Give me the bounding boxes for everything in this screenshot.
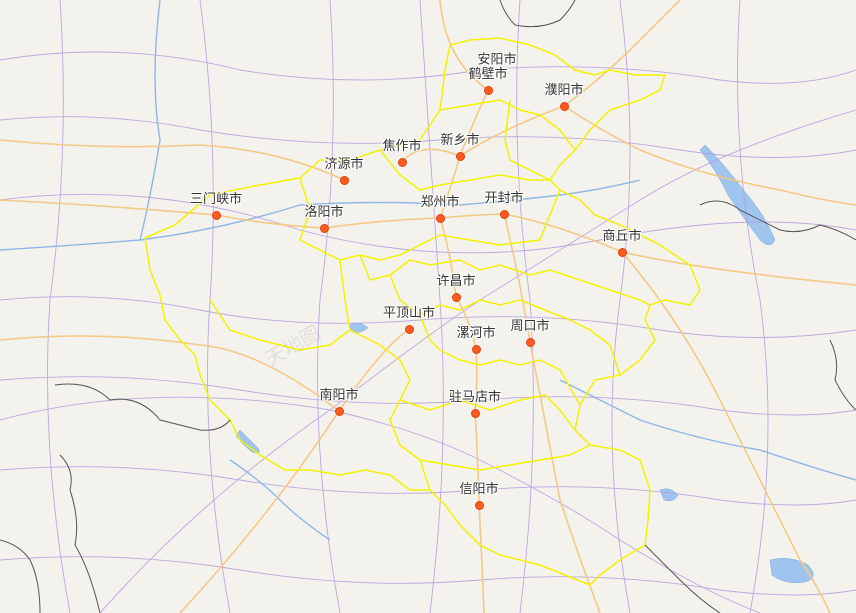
city-label: 信阳市: [459, 482, 499, 497]
city-dot[interactable]: [617, 247, 627, 257]
city-label: 周口市: [510, 319, 550, 334]
city-label: 洛阳市: [304, 205, 344, 220]
city-label: 驻马店市: [448, 390, 502, 405]
city-dot[interactable]: [404, 324, 414, 334]
city-dot[interactable]: [525, 337, 535, 347]
city-dot[interactable]: [471, 344, 481, 354]
city-label: 鹤壁市: [468, 67, 508, 82]
city-label: 济源市: [324, 157, 364, 172]
city-label: 南阳市: [319, 388, 359, 403]
city-dot[interactable]: [334, 406, 344, 416]
city-label: 商丘市: [602, 229, 642, 244]
city-dot[interactable]: [211, 210, 221, 220]
city-label: 新乡市: [440, 133, 480, 148]
city-label: 许昌市: [436, 274, 476, 289]
city-dot[interactable]: [499, 209, 509, 219]
city-dot[interactable]: [397, 157, 407, 167]
city-dot[interactable]: [319, 223, 329, 233]
city-label: 开封市: [484, 191, 524, 206]
city-dot[interactable]: [559, 101, 569, 111]
city-dot[interactable]: [451, 292, 461, 302]
city-label: 平顶山市: [382, 306, 436, 321]
city-label: 漯河市: [456, 326, 496, 341]
city-dot[interactable]: [474, 500, 484, 510]
city-dot[interactable]: [470, 408, 480, 418]
city-dot[interactable]: [435, 213, 445, 223]
city-label: 郑州市: [420, 195, 460, 210]
city-label: 濮阳市: [544, 83, 584, 98]
city-dot[interactable]: [455, 151, 465, 161]
city-dot[interactable]: [483, 85, 493, 95]
city-dot[interactable]: [339, 175, 349, 185]
city-label: 焦作市: [382, 139, 422, 154]
map-canvas[interactable]: 天地图 安阳市 鹤壁市 濮阳市 焦作市 新乡市 济源市 三门峡市 洛阳市 郑州市 开封市 商丘市 许昌…: [0, 0, 856, 613]
city-label: 三门峡市: [189, 192, 243, 207]
